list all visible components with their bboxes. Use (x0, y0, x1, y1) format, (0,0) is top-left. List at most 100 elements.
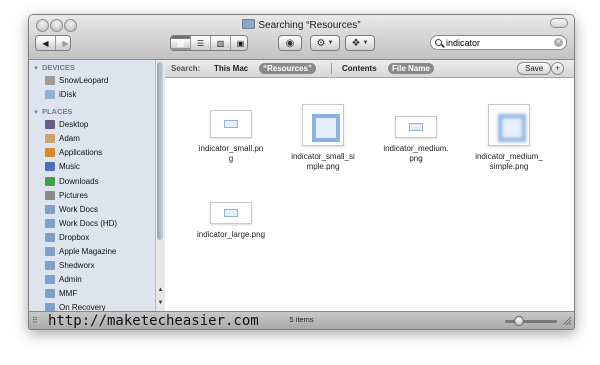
file-name-line-2: g (228, 154, 234, 163)
folder-icon (45, 218, 55, 228)
scroll-up-arrow[interactable]: ▲ (156, 286, 165, 295)
places-list: Desktop Adam Applications Music Downloads Pic… (29, 118, 155, 311)
toolbar-toggle-button[interactable] (550, 18, 568, 28)
pictures-icon (45, 190, 55, 200)
folder-icon (45, 204, 55, 214)
file-thumbnail (210, 202, 252, 224)
icon-size-slider-knob[interactable] (514, 316, 524, 326)
sidebar-item-label: Admin (59, 275, 82, 285)
file-thumbnail (395, 116, 437, 138)
back-button[interactable]: ◀ (36, 36, 56, 50)
sidebar-item-label: Desktop (59, 120, 89, 130)
sidebar-item-work-docs[interactable]: Work Docs (29, 203, 155, 217)
folder-icon (45, 303, 55, 311)
column-view-button[interactable]: ▥ (211, 36, 231, 50)
file-item[interactable]: indicator_small.pn g (191, 100, 271, 164)
search-field[interactable]: ✕ (430, 35, 567, 50)
sidebar-section-places[interactable]: ▼ PLACES (29, 105, 155, 118)
thumbnail-graphic (498, 114, 526, 142)
file-thumbnail (302, 104, 344, 146)
thumbnail-graphic (224, 209, 238, 217)
sidebar-item-idisk[interactable]: iDisk (29, 88, 155, 102)
file-thumbnail (488, 104, 530, 146)
sidebar-item-music[interactable]: Music (29, 160, 155, 174)
file-browser: Search: This Mac “Resources” Contents Fi… (165, 60, 574, 311)
hard-drive-icon (45, 76, 55, 85)
coverflow-view-button[interactable]: ▣ (231, 36, 247, 50)
folder-icon (45, 289, 55, 299)
file-name-line-1: indicator_medium. (383, 144, 449, 153)
icon-size-slider[interactable] (505, 320, 557, 323)
chevron-left-icon: ◀ (36, 38, 55, 48)
finder-window: Searching “Resources” ◀ ▶ ▦ ☰ ▥ ▣ ◉ ⚙ ▼ ❖… (28, 14, 575, 330)
chevron-right-icon: ▶ (56, 38, 70, 48)
sidebar-item-on-recovery[interactable]: On Recovery (29, 301, 155, 311)
sidebar-scrollbar[interactable]: ▲ ▼ (155, 60, 165, 311)
nav-buttons: ◀ ▶ (35, 35, 71, 51)
devices-list: SnowLeopard iDisk (29, 74, 155, 102)
search-scope-label: Search: (171, 64, 201, 73)
list-view-button[interactable]: ☰ (191, 36, 211, 50)
list-view-icon: ☰ (191, 38, 210, 48)
sidebar-item-mmf[interactable]: MMF (29, 287, 155, 301)
sidebar-item-snowleopard[interactable]: SnowLeopard (29, 74, 155, 88)
sidebar-item-work-docs-hd[interactable]: Work Docs (HD) (29, 217, 155, 231)
sidebar-item-label: Work Docs (59, 204, 98, 214)
sidebar-item-apple-magazine[interactable]: Apple Magazine (29, 245, 155, 259)
sidebar-item-label: iDisk (59, 90, 77, 100)
sidebar-item-label: Downloads (59, 176, 99, 186)
folder-icon (45, 275, 55, 285)
sidebar-item-shedworx[interactable]: Shedworx (29, 259, 155, 273)
folder-icon (45, 247, 55, 257)
action-menu-button[interactable]: ⚙ ▼ (310, 35, 340, 51)
watermark-url: http://maketecheasier.com (48, 313, 259, 329)
file-item[interactable]: indicator_large.png (191, 186, 271, 240)
folder-icon (242, 19, 256, 29)
clear-search-icon[interactable]: ✕ (554, 38, 563, 47)
resize-grip-icon[interactable] (563, 317, 571, 325)
scrollbar-thumb[interactable] (157, 62, 163, 240)
scope-current-folder[interactable]: “Resources” (259, 63, 316, 74)
icon-view-button[interactable]: ▦ (171, 36, 191, 50)
sidebar-item-dropbox[interactable]: Dropbox (29, 231, 155, 245)
sidebar-item-label: Adam (59, 134, 80, 144)
sidebar-item-desktop[interactable]: Desktop (29, 118, 155, 132)
file-item[interactable]: indicator_medium. png (376, 100, 456, 164)
file-thumbnail (210, 110, 252, 138)
file-item[interactable]: indicator_small_si mple.png (283, 100, 363, 172)
music-icon (45, 162, 55, 172)
sidebar-item-label: Dropbox (59, 232, 90, 242)
search-scope-bar: Search: This Mac “Resources” Contents Fi… (165, 60, 574, 78)
gear-icon: ⚙ (316, 37, 326, 49)
scope-this-mac[interactable]: This Mac (210, 63, 252, 74)
sidebar-section-devices[interactable]: ▼ DEVICES (29, 61, 155, 74)
sidebar-item-pictures[interactable]: Pictures (29, 189, 155, 203)
sidebar-item-applications[interactable]: Applications (29, 146, 155, 160)
coverflow-view-icon: ▣ (231, 38, 247, 48)
sidebar-item-adam[interactable]: Adam (29, 132, 155, 146)
search-input[interactable] (446, 37, 550, 48)
title-bar: Searching “Resources” ◀ ▶ ▦ ☰ ▥ ▣ ◉ ⚙ ▼ ❖… (29, 15, 574, 60)
add-criteria-button[interactable]: + (551, 62, 564, 75)
sidebar-item-label: MMF (59, 289, 78, 299)
icon-view-icon: ▦ (171, 38, 190, 48)
quick-look-button[interactable]: ◉ (278, 35, 302, 51)
search-contents[interactable]: Contents (338, 63, 381, 74)
dropbox-menu-button[interactable]: ❖ ▼ (345, 35, 375, 51)
thumbnail-graphic (312, 114, 340, 142)
sidebar-item-label: SnowLeopard (59, 76, 109, 85)
file-name-line-1: indicator_small_si (291, 152, 355, 161)
idisk-icon (45, 90, 55, 100)
save-search-button[interactable]: Save (517, 62, 552, 75)
search-file-name[interactable]: File Name (388, 63, 434, 74)
eye-icon: ◉ (285, 37, 295, 49)
sidebar-item-downloads[interactable]: Downloads (29, 175, 155, 189)
section-label: DEVICES (41, 63, 75, 72)
file-item[interactable]: indicator_medium_ simple.png (469, 100, 549, 172)
chevron-down-icon: ▼ (362, 40, 369, 46)
section-label: PLACES (41, 107, 73, 117)
sidebar-item-admin[interactable]: Admin (29, 273, 155, 287)
scroll-down-arrow[interactable]: ▼ (156, 299, 165, 308)
forward-button[interactable]: ▶ (56, 36, 70, 50)
chevron-down-icon: ▼ (327, 40, 334, 46)
